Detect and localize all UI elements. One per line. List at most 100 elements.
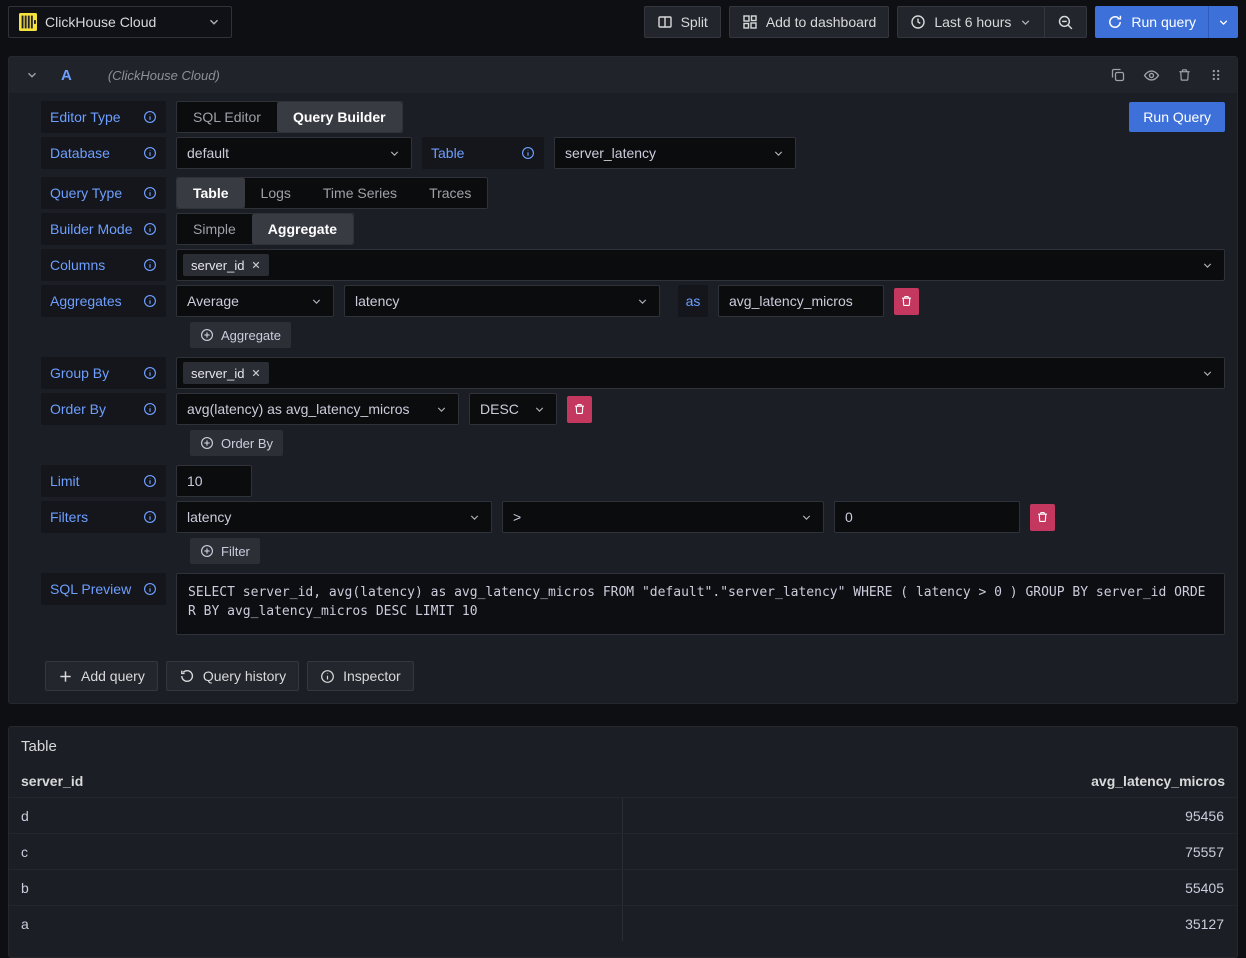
query-type-option-table[interactable]: Table [177, 178, 245, 208]
dashboard-grid-icon [742, 14, 758, 30]
database-select[interactable]: default [176, 137, 412, 169]
add-aggregate-button[interactable]: Aggregate [190, 322, 291, 348]
trash-icon [573, 402, 586, 416]
filter-operator-select[interactable]: > [502, 501, 824, 533]
query-history-button[interactable]: Query history [166, 661, 299, 691]
aggregate-column-select[interactable]: latency [344, 285, 660, 317]
chevron-down-icon [1217, 16, 1230, 29]
inspector-button[interactable]: Inspector [307, 661, 414, 691]
info-icon[interactable] [143, 582, 157, 596]
add-filter-button[interactable]: Filter [190, 538, 260, 564]
order-by-field-select[interactable]: avg(latency) as avg_latency_micros [176, 393, 459, 425]
query-type-label: Query Type [41, 177, 166, 209]
drag-dots-icon [1209, 67, 1223, 83]
info-icon[interactable] [143, 402, 157, 416]
chevron-down-icon [772, 147, 785, 160]
info-icon[interactable] [143, 510, 157, 524]
time-range-picker[interactable]: Last 6 hours [898, 7, 1044, 37]
info-icon[interactable] [143, 294, 157, 308]
plus-circle-icon [200, 544, 214, 558]
order-by-row: Order By avg(latency) as avg_latency_mic… [41, 393, 1225, 425]
column-header-avg-latency-micros[interactable]: avg_latency_micros [622, 773, 1225, 789]
run-query-button[interactable]: Run query [1095, 6, 1208, 38]
builder-mode-option-simple[interactable]: Simple [177, 214, 252, 244]
filters-row: Filters latency > [41, 501, 1225, 533]
group-by-multiselect[interactable]: server_id [176, 357, 1225, 389]
explore-page: ClickHouse Cloud Split Add to dashboard … [0, 0, 1246, 956]
columns-multiselect[interactable]: server_id [176, 249, 1225, 281]
add-to-dashboard-button[interactable]: Add to dashboard [729, 6, 890, 38]
limit-label: Limit [41, 465, 166, 497]
aggregates-label: Aggregates [41, 285, 166, 317]
datasource-picker[interactable]: ClickHouse Cloud [8, 6, 232, 38]
aggregate-alias-input[interactable] [718, 285, 884, 317]
remove-tag-icon[interactable] [251, 368, 261, 378]
table-results-panel: Table server_id avg_latency_micros d 954… [8, 726, 1238, 958]
remove-order-by-button[interactable] [567, 396, 592, 423]
zoom-out-button[interactable] [1044, 7, 1086, 37]
editor-type-option-query-builder[interactable]: Query Builder [277, 102, 402, 132]
editor-type-row: Editor Type SQL Editor Query Builder Run… [41, 101, 1225, 133]
table-header-row: server_id avg_latency_micros [9, 765, 1237, 797]
info-circle-icon [320, 669, 335, 684]
remove-filter-button[interactable] [1030, 504, 1055, 531]
table-row[interactable]: d 95456 [9, 797, 1237, 833]
query-type-option-traces[interactable]: Traces [413, 178, 487, 208]
info-icon[interactable] [143, 186, 157, 200]
run-query-label: Run query [1131, 14, 1196, 30]
info-icon[interactable] [143, 146, 157, 160]
editor-type-toggle: SQL Editor Query Builder [176, 101, 403, 133]
query-type-option-time-series[interactable]: Time Series [307, 178, 413, 208]
info-icon[interactable] [143, 366, 157, 380]
query-type-toggle: Table Logs Time Series Traces [176, 177, 488, 209]
filter-value-input[interactable] [834, 501, 1020, 533]
query-type-option-logs[interactable]: Logs [245, 178, 307, 208]
info-icon[interactable] [143, 222, 157, 236]
split-icon [657, 14, 673, 30]
chevron-down-icon [800, 511, 813, 524]
filter-column-select[interactable]: latency [176, 501, 492, 533]
editor-type-option-sql-editor[interactable]: SQL Editor [177, 102, 277, 132]
builder-mode-row: Builder Mode Simple Aggregate [41, 213, 1225, 245]
run-query-dropdown-button[interactable] [1208, 6, 1238, 38]
time-range-label: Last 6 hours [934, 14, 1011, 30]
info-icon[interactable] [143, 110, 157, 124]
info-icon[interactable] [521, 146, 535, 160]
remove-tag-icon[interactable] [251, 260, 261, 270]
table-row[interactable]: b 55405 [9, 869, 1237, 905]
datasource-name: ClickHouse Cloud [45, 14, 199, 30]
explore-query-footer: Add query Query history Inspector [43, 661, 1225, 691]
builder-mode-option-aggregate[interactable]: Aggregate [252, 214, 353, 244]
split-button[interactable]: Split [644, 6, 721, 38]
limit-input[interactable] [176, 465, 252, 497]
sync-icon [1107, 14, 1123, 30]
table-row[interactable]: c 75557 [9, 833, 1237, 869]
query-row-header[interactable]: A (ClickHouse Cloud) [9, 57, 1237, 93]
info-icon[interactable] [143, 258, 157, 272]
trash-icon [1177, 67, 1192, 83]
plus-circle-icon [200, 436, 214, 450]
run-query-editor-button[interactable]: Run Query [1129, 102, 1225, 132]
remove-aggregate-button[interactable] [894, 288, 919, 315]
columns-label: Columns [41, 249, 166, 281]
panel-title: Table [9, 727, 1237, 765]
aggregate-function-select[interactable]: Average [176, 285, 334, 317]
info-icon[interactable] [143, 474, 157, 488]
chevron-down-icon [468, 511, 481, 524]
remove-query-button[interactable] [1177, 67, 1192, 83]
columns-row: Columns server_id [41, 249, 1225, 281]
table-select[interactable]: server_latency [554, 137, 796, 169]
column-header-server-id[interactable]: server_id [21, 773, 622, 789]
collapse-chevron-icon[interactable] [25, 68, 39, 82]
limit-row: Limit [41, 465, 1225, 497]
add-order-by-button[interactable]: Order By [190, 430, 283, 456]
as-label: as [678, 285, 708, 317]
add-query-button[interactable]: Add query [45, 661, 158, 691]
table-row[interactable]: a 35127 [9, 905, 1237, 941]
duplicate-query-button[interactable] [1110, 67, 1126, 83]
drag-handle[interactable] [1209, 67, 1223, 83]
order-direction-select[interactable]: DESC [469, 393, 557, 425]
add-aggregate-row: Aggregate [190, 322, 1225, 348]
hide-query-button[interactable] [1143, 67, 1160, 84]
add-order-by-row: Order By [190, 430, 1225, 456]
